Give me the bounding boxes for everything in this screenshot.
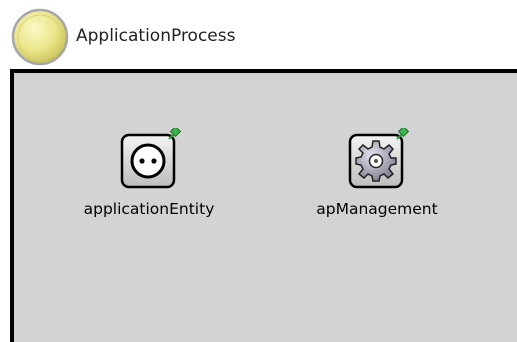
gear-icon[interactable]: [347, 128, 409, 190]
pin-icon: [396, 128, 409, 140]
submodule-label: apManagement: [316, 200, 438, 218]
yellow-circle-icon: [11, 8, 69, 66]
submodule-ap-management[interactable]: apManagement: [292, 128, 462, 228]
module-header: ApplicationProcess: [0, 0, 517, 70]
module-canvas[interactable]: applicationEntity apManagement: [10, 69, 517, 342]
submodule-label: applicationEntity: [83, 200, 215, 218]
submodule-application-entity[interactable]: applicationEntity: [64, 128, 234, 228]
pin-icon: [168, 128, 181, 140]
socket-icon[interactable]: [119, 128, 181, 190]
module-title: ApplicationProcess: [76, 26, 236, 46]
